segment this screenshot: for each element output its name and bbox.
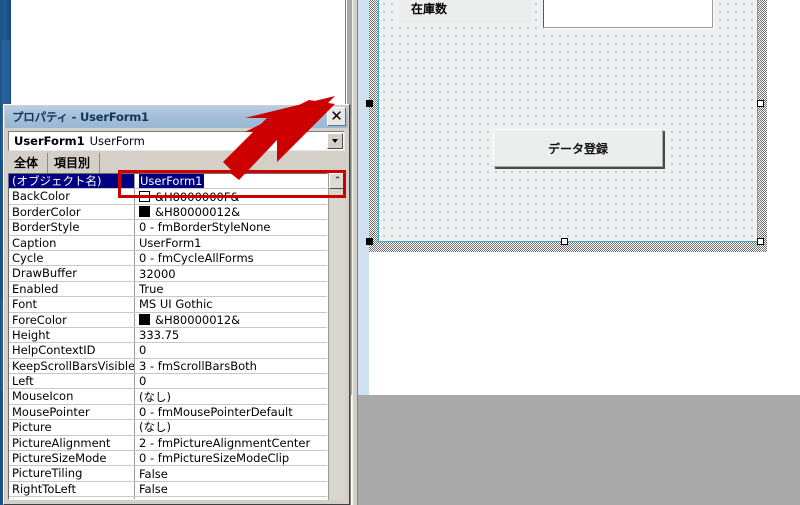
property-row[interactable]: BackColor &H8000000F& bbox=[9, 189, 327, 205]
designer-left-band bbox=[358, 0, 369, 395]
property-row[interactable]: Cycle 0 - fmCycleAllForms bbox=[9, 250, 327, 267]
tab-categorized[interactable]: 項目別 bbox=[47, 153, 101, 173]
property-name: Height bbox=[9, 327, 135, 343]
color-swatch-icon bbox=[139, 206, 150, 218]
property-row[interactable]: Caption UserForm1 bbox=[9, 235, 327, 251]
property-value[interactable]: 32000 bbox=[135, 266, 327, 281]
object-name-text: UserForm1 bbox=[14, 134, 85, 148]
property-value[interactable]: 0 bbox=[135, 343, 327, 357]
property-name: Picture bbox=[9, 420, 135, 435]
button-data-touroku[interactable]: データ登録 bbox=[493, 129, 663, 167]
property-value-text: &H80000012& bbox=[155, 312, 241, 327]
property-name: BorderColor bbox=[9, 204, 135, 220]
property-row[interactable]: Picture (なし) bbox=[9, 420, 327, 436]
resize-handle-bottom-right[interactable] bbox=[757, 238, 764, 245]
property-row[interactable]: PictureSizeMode 0 - fmPictureSizeModeClip bbox=[9, 451, 327, 467]
property-name: RightToLeft bbox=[9, 481, 135, 497]
property-row[interactable]: MouseIcon (なし) bbox=[9, 389, 327, 405]
properties-grid[interactable]: (オブジェクト名) UserForm1 BackColor &H8000000F& Bo… bbox=[8, 173, 328, 500]
property-value[interactable]: 2 - fmPictureAlignmentCenter bbox=[135, 436, 327, 450]
property-value-text: &H8000000F& bbox=[155, 189, 240, 204]
property-value-text: &H80000012& bbox=[155, 204, 241, 219]
property-name: KeepScrollBarsVisible bbox=[9, 358, 135, 374]
tab-all[interactable]: 全体 bbox=[8, 153, 48, 173]
property-value[interactable]: 0 - fmMousePointerDefault bbox=[135, 405, 327, 419]
property-name: PictureAlignment bbox=[9, 435, 135, 451]
property-name: MousePointer bbox=[9, 404, 135, 420]
userform-designer-window[interactable]: 在庫数 データ登録 bbox=[358, 0, 800, 395]
property-row[interactable]: Left 0 bbox=[9, 374, 327, 390]
property-value[interactable]: &H80000012& bbox=[135, 313, 327, 327]
property-name: ScrollBars bbox=[9, 497, 135, 499]
property-value[interactable]: &H80000012& bbox=[135, 205, 327, 219]
properties-window-title: プロパティ - UserForm1 bbox=[12, 110, 149, 124]
object-type-text: UserForm bbox=[89, 134, 145, 148]
property-name: BorderStyle bbox=[9, 220, 135, 235]
property-value[interactable]: False bbox=[135, 482, 327, 496]
property-value[interactable]: True bbox=[135, 282, 327, 296]
resize-handle-right-middle[interactable] bbox=[757, 100, 764, 107]
property-row[interactable]: Height 333.75 bbox=[9, 327, 327, 344]
property-row[interactable]: PictureTiling False bbox=[9, 466, 327, 482]
property-row[interactable]: DrawBuffer 32000 bbox=[9, 266, 327, 282]
property-name: Font bbox=[9, 297, 135, 312]
properties-grid-scrollbar[interactable]: ⌃ bbox=[328, 173, 346, 500]
property-row[interactable]: MousePointer 0 - fmMousePointerDefault bbox=[9, 404, 327, 421]
label-zaikosu[interactable]: 在庫数 bbox=[399, 0, 531, 23]
property-name: Enabled bbox=[9, 281, 135, 297]
code-editor-pane[interactable] bbox=[11, 0, 346, 105]
code-editor-surface[interactable] bbox=[11, 0, 345, 104]
property-name: DrawBuffer bbox=[9, 266, 135, 281]
resize-handle-left-middle[interactable] bbox=[366, 100, 373, 107]
property-name: Left bbox=[9, 374, 135, 389]
property-name: PictureTiling bbox=[9, 466, 135, 481]
color-swatch-icon bbox=[139, 191, 150, 203]
property-row[interactable]: ScrollBars0 - fmScrollBarsNone bbox=[9, 497, 327, 499]
color-swatch-icon bbox=[139, 314, 150, 326]
resize-handle-bottom-left[interactable] bbox=[366, 238, 373, 245]
property-value[interactable]: 0 - fmPictureSizeModeClip bbox=[135, 451, 327, 465]
property-value[interactable]: UserForm1 bbox=[135, 236, 327, 250]
property-name: Cycle bbox=[9, 250, 135, 266]
property-value[interactable]: 0 - fmBorderStyleNone bbox=[135, 220, 327, 234]
textbox-zaikosu[interactable] bbox=[543, 0, 713, 28]
property-value[interactable]: 0 bbox=[135, 374, 327, 388]
scrollbar-track[interactable] bbox=[329, 189, 345, 500]
property-value[interactable]: (なし) bbox=[135, 420, 327, 434]
property-row[interactable]: Font MS UI Gothic bbox=[9, 297, 327, 313]
property-row[interactable]: BorderStyle 0 - fmBorderStyleNone bbox=[9, 220, 327, 236]
property-name: PictureSizeMode bbox=[9, 451, 135, 466]
property-value-text[interactable]: UserForm1 bbox=[139, 174, 204, 189]
property-value[interactable]: False bbox=[135, 466, 327, 481]
property-row[interactable]: ForeColor &H80000012& bbox=[9, 312, 327, 328]
property-name: (オブジェクト名) bbox=[9, 174, 135, 189]
property-row[interactable]: BorderColor &H80000012& bbox=[9, 204, 327, 221]
property-value[interactable]: 0 - fmScrollBarsNone bbox=[135, 497, 327, 499]
property-name: HelpContextID bbox=[9, 343, 135, 358]
property-value[interactable]: &H8000000F& bbox=[135, 189, 327, 204]
property-value[interactable]: 3 - fmScrollBarsBoth bbox=[135, 359, 327, 373]
property-name: ForeColor bbox=[9, 312, 135, 327]
property-name: BackColor bbox=[9, 189, 135, 204]
property-row[interactable]: Enabled True bbox=[9, 281, 327, 298]
property-value[interactable]: MS UI Gothic bbox=[135, 297, 327, 311]
property-name: Caption bbox=[9, 235, 135, 250]
property-row[interactable]: PictureAlignment 2 - fmPictureAlignmentCe… bbox=[9, 435, 327, 452]
properties-tabstrip[interactable]: 全体 項目別 bbox=[8, 153, 101, 173]
property-value[interactable]: 0 - fmCycleAllForms bbox=[135, 251, 327, 265]
annotation-arrow-icon bbox=[223, 96, 335, 180]
property-value[interactable]: 333.75 bbox=[135, 328, 327, 342]
resize-handle-bottom-center[interactable] bbox=[561, 238, 568, 245]
property-value[interactable]: (なし) bbox=[135, 389, 327, 404]
property-row[interactable]: KeepScrollBarsVisible 3 - fmScrollBarsBot… bbox=[9, 358, 327, 375]
userform-canvas[interactable]: 在庫数 データ登録 bbox=[378, 0, 758, 242]
property-row[interactable]: RightToLeft False bbox=[9, 481, 327, 498]
property-name: MouseIcon bbox=[9, 389, 135, 404]
property-row[interactable]: HelpContextID 0 bbox=[9, 343, 327, 359]
